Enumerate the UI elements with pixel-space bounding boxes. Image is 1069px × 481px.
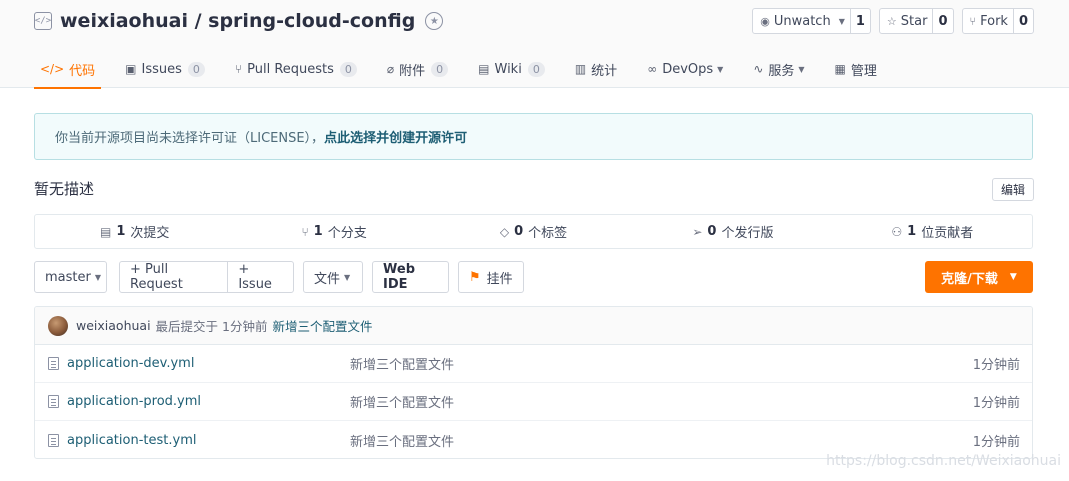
repo-description: 暂无描述 bbox=[34, 180, 95, 198]
file-commit-message[interactable]: 新增三个配置文件 bbox=[350, 354, 454, 373]
tab-devops[interactable]: ∞ DevOps ▼ bbox=[641, 50, 729, 88]
tab-code[interactable]: </> 代码 bbox=[34, 50, 102, 89]
chevron-down-icon: ▼ bbox=[344, 272, 351, 282]
branch-select[interactable]: master ▼ bbox=[34, 261, 107, 293]
list-item: application-dev.yml 新增三个配置文件 1分钟前 bbox=[35, 345, 1032, 383]
pull-request-icon: ⑂ bbox=[234, 62, 243, 76]
file-time: 1分钟前 bbox=[972, 396, 1020, 411]
stat-releases[interactable]: ➢ 0 个发行版 bbox=[633, 215, 832, 248]
chevron-down-icon: ▼ bbox=[717, 64, 724, 74]
list-item: application-prod.yml 新增三个配置文件 1分钟前 bbox=[35, 383, 1032, 421]
eye-icon: ◉ bbox=[760, 14, 770, 28]
pr-issue-group: + Pull Request + Issue bbox=[119, 261, 294, 293]
star-count[interactable]: 0 bbox=[932, 9, 952, 33]
tab-wiki[interactable]: ▤ Wiki 0 bbox=[472, 50, 551, 88]
settings-doc-icon: ▦ bbox=[834, 62, 846, 76]
file-icon bbox=[48, 357, 59, 370]
clone-download-button[interactable]: 克隆/下载 ▼ bbox=[925, 261, 1033, 293]
file-name-link[interactable]: application-dev.yml bbox=[67, 356, 194, 371]
tab-attachments[interactable]: ⌀ 附件 0 bbox=[381, 50, 454, 88]
license-notice-text: 你当前开源项目尚未选择许可证（LICENSE）， bbox=[55, 131, 325, 146]
attachments-count: 0 bbox=[431, 61, 449, 77]
stat-tags[interactable]: ◇ 0 个标签 bbox=[434, 215, 633, 248]
commit-author[interactable]: weixiaohuai bbox=[76, 318, 151, 333]
issues-icon: ▣ bbox=[125, 62, 137, 76]
avatar[interactable] bbox=[48, 315, 68, 336]
recommend-badge-icon[interactable]: ★ bbox=[425, 12, 444, 30]
web-ide-button[interactable]: Web IDE bbox=[372, 261, 449, 293]
commit-icon: ▤ bbox=[100, 224, 112, 239]
repo-tabs: </> 代码 ▣ Issues 0 ⑂ Pull Requests 0 ⌀ 附件… bbox=[34, 50, 901, 89]
file-icon bbox=[48, 395, 59, 408]
fork-button[interactable]: ⑂ Fork 0 bbox=[961, 8, 1034, 34]
tab-issues[interactable]: ▣ Issues 0 bbox=[119, 50, 211, 88]
bar-chart-icon: ▥ bbox=[574, 62, 587, 76]
repo-stats: ▤ 1 次提交 ⑂ 1 个分支 ◇ 0 个标签 ➢ 0 个发行版 ⚇ 1 位贡献者 bbox=[34, 214, 1033, 249]
chevron-down-icon: ▼ bbox=[838, 16, 845, 26]
contributors-icon: ⚇ bbox=[891, 224, 903, 239]
chevron-down-icon: ▼ bbox=[1009, 272, 1017, 282]
file-name-link[interactable]: application-prod.yml bbox=[67, 394, 201, 409]
repo-header: </> weixiaohuai / spring-cloud-config ★ … bbox=[0, 0, 1069, 89]
repo-toolbar: master ▼ + Pull Request + Issue 文件 ▼ Web… bbox=[34, 261, 1033, 293]
wiki-count: 0 bbox=[527, 61, 545, 77]
watch-count[interactable]: 1 bbox=[849, 9, 870, 33]
pull-requests-count: 0 bbox=[339, 61, 357, 77]
new-pull-request-button[interactable]: + Pull Request bbox=[120, 262, 227, 292]
issues-count: 0 bbox=[187, 61, 205, 77]
tab-statistics[interactable]: ▥ 统计 bbox=[569, 50, 623, 88]
watermark: https://blog.csdn.net/Weixiaohuai bbox=[826, 453, 1061, 469]
commit-message-link[interactable]: 新增三个配置文件 bbox=[272, 316, 372, 335]
license-notice: 你当前开源项目尚未选择许可证（LICENSE）， 点此选择并创建开源许可 bbox=[34, 113, 1033, 160]
fork-count[interactable]: 0 bbox=[1012, 9, 1033, 33]
file-list: weixiaohuai 最后提交于 1分钟前 新增三个配置文件 applicat… bbox=[34, 306, 1033, 459]
repo-actions: ◉ Unwatch ▼ 1 ☆ Star 0 ⑂ Fork 0 bbox=[752, 8, 1034, 34]
file-time: 1分钟前 bbox=[972, 358, 1020, 373]
bookmark-icon: ⚑ bbox=[469, 269, 481, 285]
file-time: 1分钟前 bbox=[972, 434, 1020, 450]
code-repo-icon: </> bbox=[34, 12, 52, 30]
paper-plane-icon: ➢ bbox=[692, 224, 703, 239]
pulse-icon: ∿ bbox=[753, 62, 764, 76]
tag-icon: ◇ bbox=[499, 224, 510, 239]
new-issue-button[interactable]: + Issue bbox=[227, 262, 293, 292]
infinity-icon: ∞ bbox=[647, 62, 658, 76]
create-license-link[interactable]: 点此选择并创建开源许可 bbox=[324, 127, 467, 146]
star-icon: ☆ bbox=[886, 14, 897, 28]
fork-icon: ⑂ bbox=[969, 14, 977, 28]
repo-title: </> weixiaohuai / spring-cloud-config ★ bbox=[34, 8, 444, 34]
commit-meta: 最后提交于 1分钟前 bbox=[155, 319, 268, 334]
file-name-link[interactable]: application-test.yml bbox=[67, 433, 196, 448]
widget-button[interactable]: ⚑ 挂件 bbox=[458, 261, 524, 293]
branch-icon: ⑂ bbox=[301, 224, 309, 239]
repo-name-link[interactable]: weixiaohuai / spring-cloud-config bbox=[60, 10, 415, 32]
last-commit-row: weixiaohuai 最后提交于 1分钟前 新增三个配置文件 bbox=[35, 307, 1032, 345]
unwatch-button[interactable]: ◉ Unwatch ▼ 1 bbox=[752, 8, 871, 34]
file-commit-message[interactable]: 新增三个配置文件 bbox=[350, 431, 454, 450]
book-icon: ▤ bbox=[478, 62, 490, 76]
tab-services[interactable]: ∿ 服务 ▼ bbox=[747, 50, 810, 88]
star-button[interactable]: ☆ Star 0 bbox=[878, 8, 954, 34]
tab-manage[interactable]: ▦ 管理 bbox=[829, 50, 883, 88]
chevron-down-icon: ▼ bbox=[798, 64, 805, 74]
code-icon: </> bbox=[40, 62, 65, 76]
files-dropdown[interactable]: 文件 ▼ bbox=[303, 261, 363, 293]
edit-description-button[interactable]: 编辑 bbox=[991, 178, 1034, 201]
stat-branches[interactable]: ⑂ 1 个分支 bbox=[234, 215, 433, 248]
file-commit-message[interactable]: 新增三个配置文件 bbox=[350, 392, 454, 411]
tab-pull-requests[interactable]: ⑂ Pull Requests 0 bbox=[229, 50, 363, 88]
paperclip-icon: ⌀ bbox=[386, 62, 395, 76]
stat-contributors[interactable]: ⚇ 1 位贡献者 bbox=[833, 215, 1032, 248]
file-icon bbox=[48, 433, 59, 447]
chevron-down-icon: ▼ bbox=[94, 272, 101, 282]
stat-commits[interactable]: ▤ 1 次提交 bbox=[35, 215, 234, 248]
